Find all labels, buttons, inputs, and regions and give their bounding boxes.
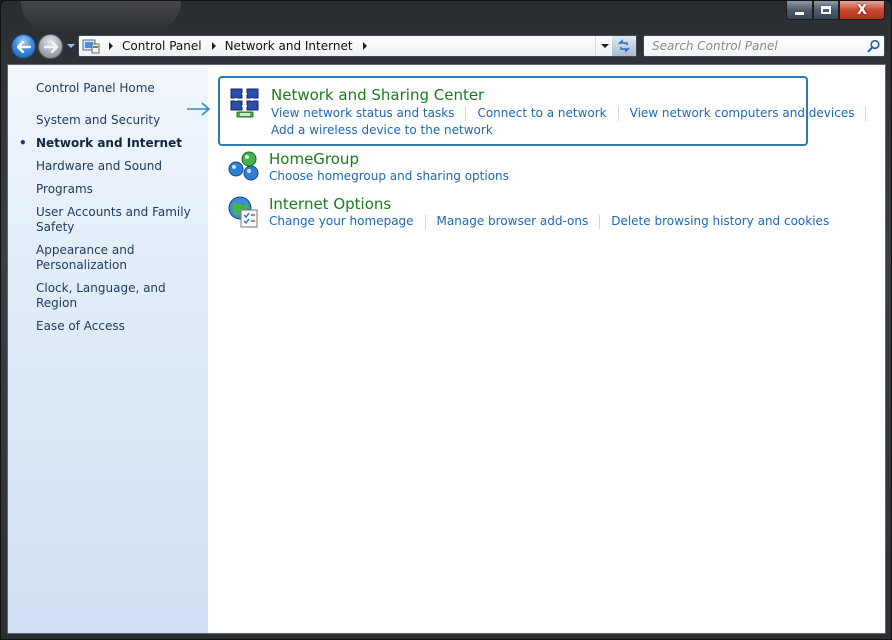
frame-glass-highlight <box>21 1 181 31</box>
link-connect-to-network[interactable]: Connect to a network <box>477 106 606 121</box>
link-manage-browser-addons[interactable]: Manage browser add-ons <box>437 214 589 229</box>
sidebar-item-hardware-sound[interactable]: Hardware and Sound <box>36 159 206 174</box>
category-network-sharing-center[interactable]: Network and Sharing Center View network … <box>218 76 867 146</box>
search-icon[interactable] <box>864 36 884 56</box>
network-sharing-center-title[interactable]: Network and Sharing Center <box>271 86 484 104</box>
back-arrow-icon <box>16 40 31 53</box>
sidebar: Control Panel Home System and Security N… <box>8 65 208 633</box>
homegroup-title[interactable]: HomeGroup <box>269 150 359 168</box>
sidebar-item-ease-of-access[interactable]: Ease of Access <box>36 319 206 334</box>
link-separator <box>424 215 426 229</box>
minimize-button[interactable] <box>786 1 813 20</box>
sidebar-item-appearance[interactable]: Appearance and Personalization <box>36 243 206 273</box>
breadcrumb-network-and-internet[interactable]: Network and Internet <box>224 39 354 53</box>
internet-options-icon <box>228 196 258 228</box>
control-panel-icon <box>82 38 100 54</box>
category-content: Network and Sharing Center View network … <box>218 65 878 633</box>
chevron-down-icon <box>67 44 75 48</box>
link-view-network-status[interactable]: View network status and tasks <box>271 106 454 121</box>
close-icon: X <box>856 2 868 18</box>
link-delete-browsing-history[interactable]: Delete browsing history and cookies <box>611 214 829 229</box>
close-button[interactable]: X <box>839 1 885 20</box>
network-sharing-links-row2: Add a wireless device to the network <box>271 123 493 137</box>
network-sharing-links: View network status and tasks Connect to… <box>271 106 877 121</box>
sidebar-category-list: System and Security Network and Internet… <box>19 113 206 342</box>
refresh-icon <box>618 39 630 53</box>
back-button[interactable] <box>11 34 36 59</box>
link-change-homepage[interactable]: Change your homepage <box>269 214 414 229</box>
maximize-icon <box>821 6 831 14</box>
link-choose-homegroup-options[interactable]: Choose homegroup and sharing options <box>269 169 509 183</box>
chevron-down-icon <box>600 44 609 48</box>
homegroup-icon <box>228 151 259 181</box>
breadcrumb-separator[interactable] <box>362 42 367 50</box>
sidebar-item-system-security[interactable]: System and Security <box>36 113 206 128</box>
address-history-dropdown[interactable] <box>595 36 613 56</box>
link-separator <box>617 107 619 121</box>
breadcrumb-control-panel[interactable]: Control Panel <box>121 39 203 53</box>
network-sharing-icon <box>230 88 259 118</box>
link-separator <box>465 107 467 121</box>
link-separator <box>865 107 867 121</box>
search-input[interactable] <box>644 36 864 56</box>
sidebar-item-user-accounts[interactable]: User Accounts and Family Safety <box>36 205 206 235</box>
forward-arrow-icon <box>43 40 58 53</box>
search-box[interactable] <box>643 35 885 57</box>
category-homegroup[interactable]: HomeGroup Choose homegroup and sharing o… <box>218 148 808 188</box>
refresh-button[interactable] <box>612 35 637 57</box>
link-add-wireless-device[interactable]: Add a wireless device to the network <box>271 123 493 137</box>
internet-options-links: Change your homepage Manage browser add-… <box>269 214 829 229</box>
selection-arrow-icon <box>187 102 210 116</box>
breadcrumb-separator[interactable] <box>211 42 216 50</box>
internet-options-title[interactable]: Internet Options <box>269 195 391 213</box>
recent-pages-button[interactable] <box>66 40 76 52</box>
minimize-icon <box>795 11 804 15</box>
link-separator <box>599 215 601 229</box>
navigation-bar: Control Panel Network and Internet <box>9 33 885 59</box>
link-view-network-computers[interactable]: View network computers and devices <box>630 106 855 121</box>
sidebar-item-programs[interactable]: Programs <box>36 182 206 197</box>
homegroup-links: Choose homegroup and sharing options <box>269 169 509 183</box>
category-internet-options[interactable]: Internet Options Change your homepage Ma… <box>218 193 829 233</box>
breadcrumb-separator[interactable] <box>109 42 113 50</box>
sidebar-item-control-panel-home[interactable]: Control Panel Home <box>36 81 155 95</box>
sidebar-item-clock-language-region[interactable]: Clock, Language, and Region <box>36 281 206 311</box>
forward-button[interactable] <box>38 34 63 59</box>
control-panel-window: X Control Panel Network and Internet Sea… <box>0 0 892 640</box>
sidebar-item-network-internet[interactable]: Network and Internet <box>19 136 206 151</box>
maximize-button[interactable] <box>813 1 839 20</box>
client-area: Control Panel Home System and Security N… <box>7 64 886 634</box>
address-bar[interactable]: Control Panel Network and Internet <box>78 35 614 57</box>
caption-buttons: X <box>786 1 885 21</box>
